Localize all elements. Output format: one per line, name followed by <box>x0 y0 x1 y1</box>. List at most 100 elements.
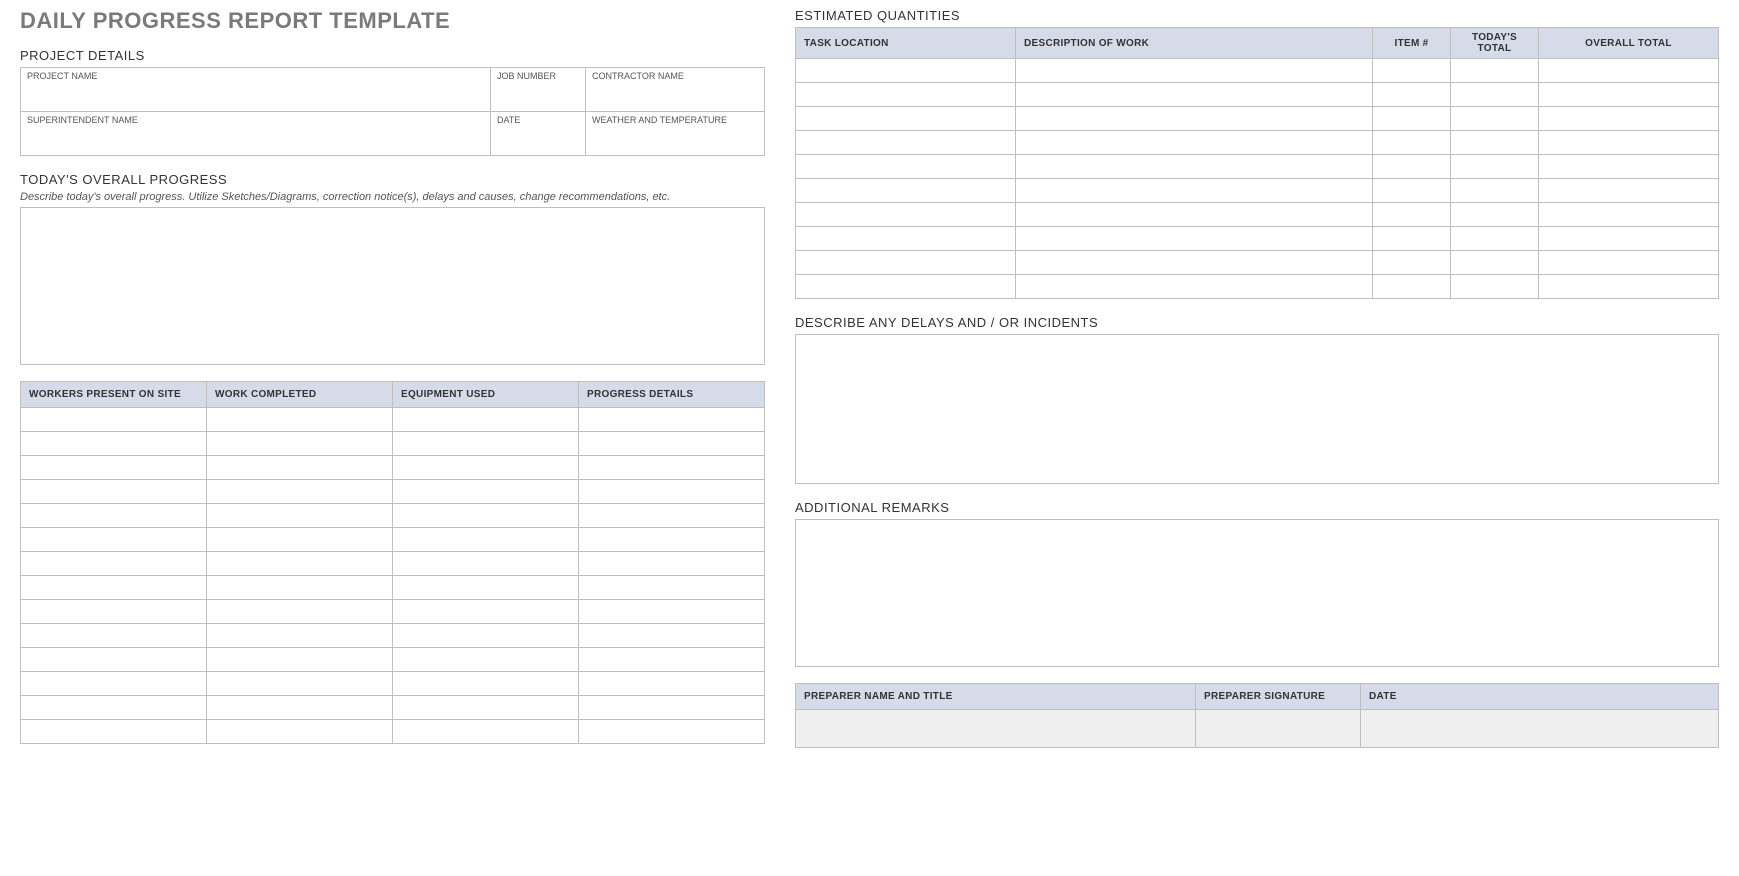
cell-details[interactable] <box>579 600 765 624</box>
cell-details[interactable] <box>579 408 765 432</box>
cell-workers[interactable] <box>21 624 207 648</box>
cell-item[interactable] <box>1373 155 1451 179</box>
cell-item[interactable] <box>1373 179 1451 203</box>
cell-taskLocation[interactable] <box>796 275 1016 299</box>
cell-overallTotal[interactable] <box>1539 251 1719 275</box>
cell-todaysTotal[interactable] <box>1451 59 1539 83</box>
cell-equipment[interactable] <box>393 528 579 552</box>
cell-equipment[interactable] <box>393 576 579 600</box>
cell-todaysTotal[interactable] <box>1451 251 1539 275</box>
cell-item[interactable] <box>1373 203 1451 227</box>
cell-todaysTotal[interactable] <box>1451 131 1539 155</box>
cell-workers[interactable] <box>21 672 207 696</box>
cell-workers[interactable] <box>21 720 207 744</box>
cell-item[interactable] <box>1373 59 1451 83</box>
cell-equipment[interactable] <box>393 720 579 744</box>
field-date[interactable] <box>491 126 586 156</box>
cell-completed[interactable] <box>207 528 393 552</box>
cell-equipment[interactable] <box>393 600 579 624</box>
cell-overallTotal[interactable] <box>1539 107 1719 131</box>
cell-todaysTotal[interactable] <box>1451 179 1539 203</box>
cell-description[interactable] <box>1016 227 1373 251</box>
cell-details[interactable] <box>579 432 765 456</box>
cell-completed[interactable] <box>207 552 393 576</box>
field-job-number[interactable] <box>491 82 586 112</box>
cell-equipment[interactable] <box>393 552 579 576</box>
cell-workers[interactable] <box>21 432 207 456</box>
cell-completed[interactable] <box>207 408 393 432</box>
field-weather[interactable] <box>586 126 765 156</box>
cell-completed[interactable] <box>207 720 393 744</box>
cell-overallTotal[interactable] <box>1539 155 1719 179</box>
cell-equipment[interactable] <box>393 408 579 432</box>
cell-workers[interactable] <box>21 600 207 624</box>
delays-field[interactable] <box>795 334 1719 484</box>
cell-details[interactable] <box>579 480 765 504</box>
cell-workers[interactable] <box>21 696 207 720</box>
cell-completed[interactable] <box>207 600 393 624</box>
cell-taskLocation[interactable] <box>796 131 1016 155</box>
cell-completed[interactable] <box>207 672 393 696</box>
cell-todaysTotal[interactable] <box>1451 83 1539 107</box>
cell-overallTotal[interactable] <box>1539 227 1719 251</box>
cell-overallTotal[interactable] <box>1539 83 1719 107</box>
field-project-name[interactable] <box>21 82 491 112</box>
cell-completed[interactable] <box>207 648 393 672</box>
cell-workers[interactable] <box>21 480 207 504</box>
cell-todaysTotal[interactable] <box>1451 275 1539 299</box>
cell-completed[interactable] <box>207 456 393 480</box>
remarks-field[interactable] <box>795 519 1719 667</box>
cell-item[interactable] <box>1373 275 1451 299</box>
cell-equipment[interactable] <box>393 672 579 696</box>
cell-details[interactable] <box>579 576 765 600</box>
cell-taskLocation[interactable] <box>796 155 1016 179</box>
cell-todaysTotal[interactable] <box>1451 155 1539 179</box>
cell-description[interactable] <box>1016 107 1373 131</box>
cell-details[interactable] <box>579 696 765 720</box>
cell-taskLocation[interactable] <box>796 179 1016 203</box>
cell-workers[interactable] <box>21 576 207 600</box>
field-preparer-name[interactable] <box>796 710 1196 748</box>
cell-equipment[interactable] <box>393 504 579 528</box>
cell-item[interactable] <box>1373 83 1451 107</box>
field-preparer-date[interactable] <box>1361 710 1719 748</box>
cell-overallTotal[interactable] <box>1539 275 1719 299</box>
cell-description[interactable] <box>1016 59 1373 83</box>
cell-description[interactable] <box>1016 203 1373 227</box>
cell-taskLocation[interactable] <box>796 203 1016 227</box>
cell-workers[interactable] <box>21 456 207 480</box>
cell-workers[interactable] <box>21 648 207 672</box>
cell-details[interactable] <box>579 552 765 576</box>
cell-todaysTotal[interactable] <box>1451 203 1539 227</box>
cell-todaysTotal[interactable] <box>1451 107 1539 131</box>
cell-overallTotal[interactable] <box>1539 179 1719 203</box>
cell-details[interactable] <box>579 624 765 648</box>
cell-taskLocation[interactable] <box>796 227 1016 251</box>
field-contractor-name[interactable] <box>586 82 765 112</box>
cell-equipment[interactable] <box>393 456 579 480</box>
cell-overallTotal[interactable] <box>1539 203 1719 227</box>
cell-overallTotal[interactable] <box>1539 59 1719 83</box>
cell-todaysTotal[interactable] <box>1451 227 1539 251</box>
overall-progress-field[interactable] <box>20 207 765 365</box>
cell-description[interactable] <box>1016 251 1373 275</box>
cell-details[interactable] <box>579 720 765 744</box>
cell-item[interactable] <box>1373 107 1451 131</box>
cell-description[interactable] <box>1016 275 1373 299</box>
cell-description[interactable] <box>1016 155 1373 179</box>
cell-details[interactable] <box>579 672 765 696</box>
cell-taskLocation[interactable] <box>796 83 1016 107</box>
cell-item[interactable] <box>1373 131 1451 155</box>
cell-taskLocation[interactable] <box>796 59 1016 83</box>
cell-workers[interactable] <box>21 552 207 576</box>
cell-equipment[interactable] <box>393 696 579 720</box>
cell-equipment[interactable] <box>393 648 579 672</box>
cell-workers[interactable] <box>21 504 207 528</box>
cell-workers[interactable] <box>21 408 207 432</box>
cell-taskLocation[interactable] <box>796 107 1016 131</box>
cell-description[interactable] <box>1016 179 1373 203</box>
cell-completed[interactable] <box>207 432 393 456</box>
cell-completed[interactable] <box>207 504 393 528</box>
cell-completed[interactable] <box>207 480 393 504</box>
cell-item[interactable] <box>1373 227 1451 251</box>
